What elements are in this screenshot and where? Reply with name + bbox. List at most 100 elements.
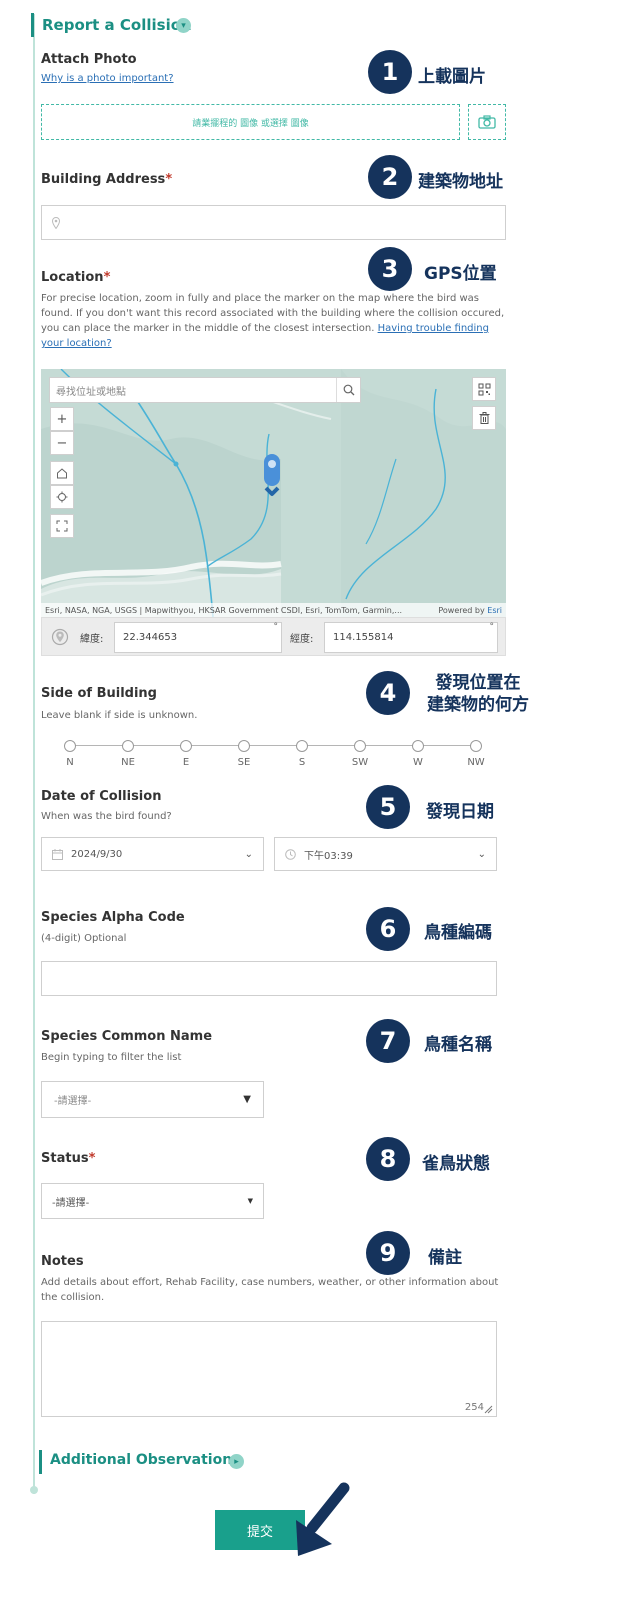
direction-label-n: N xyxy=(66,757,74,768)
why-photo-link[interactable]: Why is a photo important? xyxy=(41,73,174,84)
direction-radio-ne[interactable] xyxy=(122,740,134,752)
section-title[interactable]: Report a Collision xyxy=(42,16,192,34)
map-search-bar: 尋找位址或地點 xyxy=(49,377,361,403)
chevron-down-icon: ⌄ xyxy=(244,848,253,860)
species-common-name-placeholder: -請選擇- xyxy=(54,1096,92,1107)
camera-icon xyxy=(478,115,496,129)
side-of-building-hint: Leave blank if side is unknown. xyxy=(41,710,198,721)
longitude-input[interactable]: 114.155814 ° xyxy=(324,622,498,653)
time-picker[interactable]: 下午03:39 ⌄ xyxy=(274,837,497,871)
attribution-text: Esri, NASA, NGA, USGS | Mapwithyou, HKSA… xyxy=(45,605,403,615)
zoom-in-button[interactable]: + xyxy=(50,407,74,431)
annotation-badge-1: 1 xyxy=(368,50,412,94)
powered-by: Powered by Esri xyxy=(438,605,502,615)
direction-radio-s[interactable] xyxy=(296,740,308,752)
species-common-name-label: Species Common Name xyxy=(41,1029,213,1044)
minus-icon: − xyxy=(56,435,68,451)
caret-down-icon: ▼ xyxy=(247,1197,253,1205)
notes-textarea[interactable]: 254 xyxy=(41,1321,497,1417)
annotation-badge-2: 2 xyxy=(368,155,412,199)
species-alpha-code-label: Species Alpha Code xyxy=(41,910,185,925)
location-label: Location* xyxy=(41,270,111,285)
species-alpha-code-hint: (4-digit) Optional xyxy=(41,933,127,944)
qr-code-icon xyxy=(478,383,490,395)
date-of-collision-hint: When was the bird found? xyxy=(41,811,172,822)
direction-label-nw: NW xyxy=(467,757,485,768)
map-view[interactable]: 尋找位址或地點 + − Esri, NASA, NGA, USGS | Mapw… xyxy=(41,369,506,617)
latitude-input[interactable]: 22.344653 ° xyxy=(114,622,282,653)
chevron-down-icon: ⌄ xyxy=(477,848,486,860)
section-rail-end xyxy=(30,1486,38,1494)
map-search-input[interactable]: 尋找位址或地點 xyxy=(50,378,336,402)
direction-radio-w[interactable] xyxy=(412,740,424,752)
section-title-bar xyxy=(31,13,34,37)
location-marker-icon[interactable] xyxy=(262,454,282,502)
additional-observations-title[interactable]: Additional Observations xyxy=(50,1452,241,1468)
coordinates-bar: 緯度: 22.344653 ° 經度: 114.155814 ° xyxy=(41,617,506,656)
chevron-right-icon[interactable]: ▸ xyxy=(229,1454,244,1469)
calendar-icon xyxy=(52,848,63,860)
annotation-text-7: 鳥種名稱 xyxy=(424,1035,492,1055)
delete-button[interactable] xyxy=(472,406,496,430)
zoom-out-button[interactable]: − xyxy=(50,431,74,455)
direction-label-e: E xyxy=(182,757,190,768)
fullscreen-button[interactable] xyxy=(50,514,74,538)
annotation-text-5: 發現日期 xyxy=(426,802,494,822)
direction-radio-n[interactable] xyxy=(64,740,76,752)
caret-down-icon: ▼ xyxy=(243,1094,251,1105)
esri-link[interactable]: Esri xyxy=(487,606,502,615)
attach-photo-label: Attach Photo xyxy=(41,52,137,67)
species-common-name-hint: Begin typing to filter the list xyxy=(41,1052,182,1063)
resize-handle-icon[interactable] xyxy=(484,1405,493,1414)
annotation-badge-9: 9 xyxy=(366,1231,410,1275)
date-value: 2024/9/30 xyxy=(71,848,123,860)
annotation-text-6: 鳥種編碼 xyxy=(424,923,492,943)
longitude-label: 經度: xyxy=(290,634,314,645)
photo-dropzone-text: 請業擺程的 圖像 或選擇 圖像 xyxy=(192,118,309,129)
chevron-down-icon[interactable]: ▾ xyxy=(176,18,191,33)
direction-radio-se[interactable] xyxy=(238,740,250,752)
search-icon xyxy=(343,384,354,396)
direction-radio-nw[interactable] xyxy=(470,740,482,752)
map-pin-icon xyxy=(52,216,60,229)
location-pin-icon xyxy=(51,628,69,646)
time-value: 下午03:39 xyxy=(304,850,353,862)
building-address-input[interactable] xyxy=(41,205,506,240)
qr-code-button[interactable] xyxy=(472,377,496,401)
notes-label: Notes xyxy=(41,1254,84,1269)
home-button[interactable] xyxy=(50,461,74,485)
home-icon xyxy=(57,468,67,479)
fullscreen-icon xyxy=(56,520,68,532)
trash-icon xyxy=(479,412,489,424)
direction-radio-sw[interactable] xyxy=(354,740,366,752)
status-label: Status* xyxy=(41,1151,96,1166)
species-alpha-code-input[interactable] xyxy=(41,961,497,996)
annotation-badge-8: 8 xyxy=(366,1137,410,1181)
date-picker[interactable]: 2024/9/30 ⌄ xyxy=(41,837,264,871)
status-placeholder: -請選擇- xyxy=(52,1197,90,1209)
annotation-text-8: 雀鳥狀態 xyxy=(422,1154,490,1174)
direction-label-ne: NE xyxy=(121,757,135,768)
annotation-text-1: 上載圖片 xyxy=(418,67,486,87)
notes-hint: Add details about effort, Rehab Facility… xyxy=(41,1277,499,1303)
camera-button[interactable] xyxy=(468,104,506,140)
status-select[interactable]: -請選擇- ▼ xyxy=(41,1183,264,1219)
clock-icon xyxy=(285,848,296,860)
section-rail xyxy=(33,14,35,1494)
arrow-pointer-icon xyxy=(296,1482,350,1556)
map-attribution: Esri, NASA, NGA, USGS | Mapwithyou, HKSA… xyxy=(41,603,506,617)
latitude-label: 緯度: xyxy=(80,634,104,645)
building-address-label: Building Address* xyxy=(41,172,173,187)
direction-label-sw: SW xyxy=(351,757,369,768)
photo-dropzone[interactable]: 請業擺程的 圖像 或選擇 圖像 xyxy=(41,104,460,140)
annotation-badge-5: 5 xyxy=(366,785,410,829)
locate-button[interactable] xyxy=(50,485,74,509)
date-of-collision-label: Date of Collision xyxy=(41,789,162,804)
annotation-badge-6: 6 xyxy=(366,907,410,951)
plus-icon: + xyxy=(56,411,68,427)
direction-radio-e[interactable] xyxy=(180,740,192,752)
map-search-button[interactable] xyxy=(336,378,360,402)
annotation-badge-3: 3 xyxy=(368,247,412,291)
species-common-name-select[interactable]: -請選擇- ▼ xyxy=(41,1081,264,1118)
location-hint: For precise location, zoom in fully and … xyxy=(41,293,505,349)
